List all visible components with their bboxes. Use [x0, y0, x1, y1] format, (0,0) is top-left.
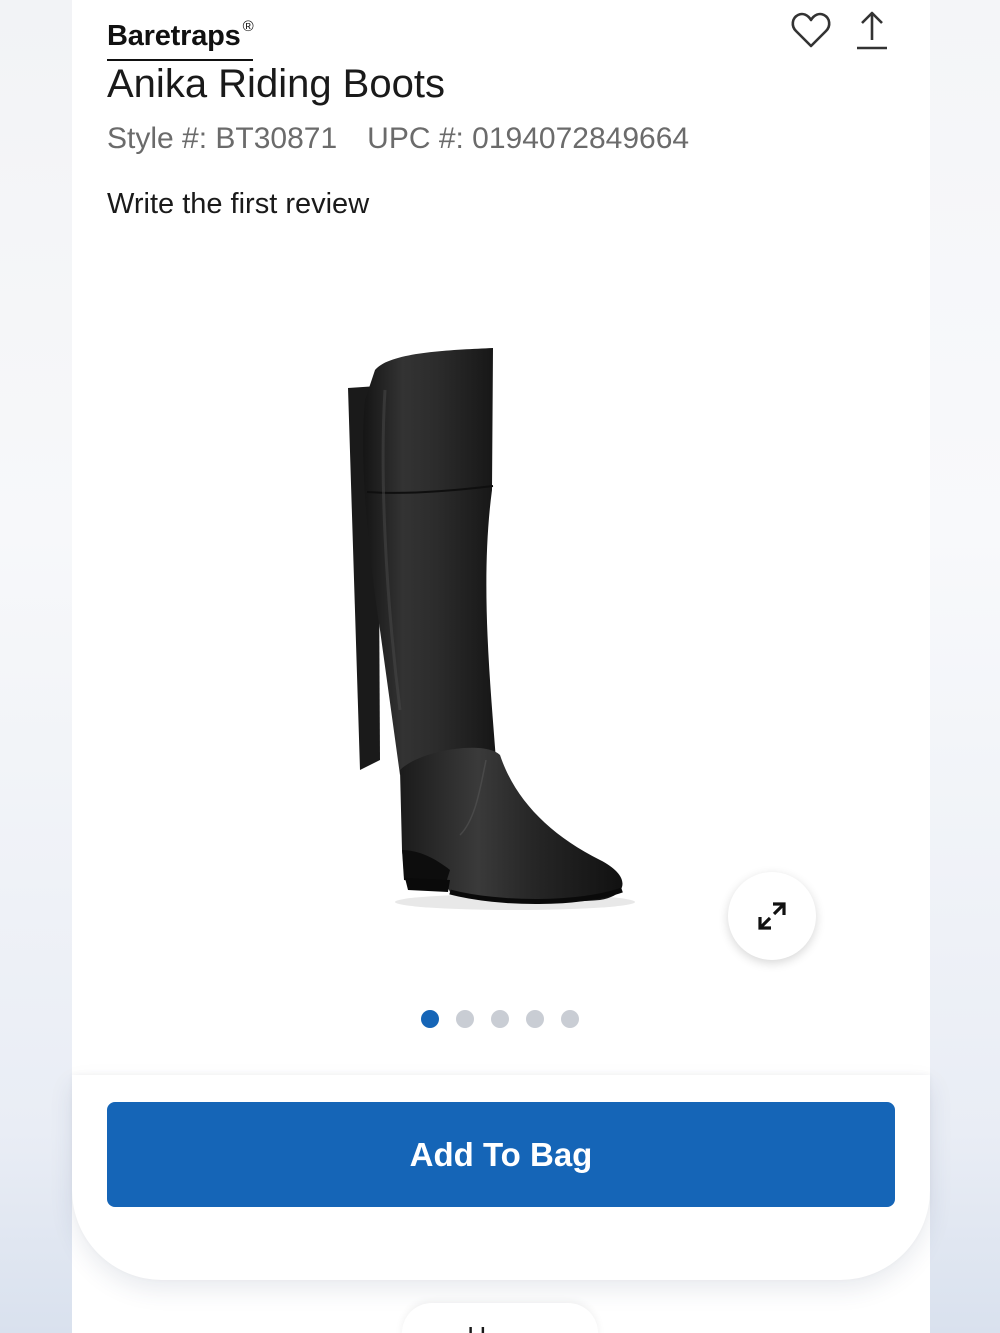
expand-image-button[interactable] [728, 872, 816, 960]
heart-icon [791, 12, 831, 48]
right-backdrop [928, 0, 1000, 1333]
style-number: Style #: BT30871 [107, 122, 338, 155]
add-to-bag-button[interactable]: Add To Bag [107, 1102, 895, 1207]
bottom-chip-label: ..ll [440, 1322, 492, 1333]
expand-icon [758, 902, 786, 930]
carousel-dot-2[interactable] [456, 1010, 474, 1028]
favorite-button[interactable] [787, 6, 835, 54]
write-review-link[interactable]: Write the first review [107, 188, 369, 221]
carousel-dot-1[interactable] [421, 1010, 439, 1028]
riding-boot-image [348, 348, 635, 910]
carousel-dot-3[interactable] [491, 1010, 509, 1028]
product-image[interactable] [300, 330, 660, 930]
share-icon [857, 11, 887, 50]
product-title: Anika Riding Boots [107, 62, 445, 106]
upc-number: UPC #: 0194072849664 [367, 122, 690, 155]
bottom-floating-chip[interactable] [402, 1303, 598, 1333]
brand-name: Baretraps [107, 20, 241, 52]
carousel-dot-5[interactable] [561, 1010, 579, 1028]
brand-link[interactable]: Baretraps ® [107, 18, 254, 61]
carousel-dot-4[interactable] [526, 1010, 544, 1028]
share-button[interactable] [848, 6, 896, 54]
registered-mark: ® [242, 18, 254, 35]
image-carousel-dots [421, 1010, 579, 1028]
product-identifiers: Style #: BT30871 UPC #: 0194072849664 [107, 122, 719, 156]
screen: Baretraps ® Anika Riding Boots Style #: B… [0, 0, 1000, 1333]
left-backdrop [0, 0, 72, 1333]
